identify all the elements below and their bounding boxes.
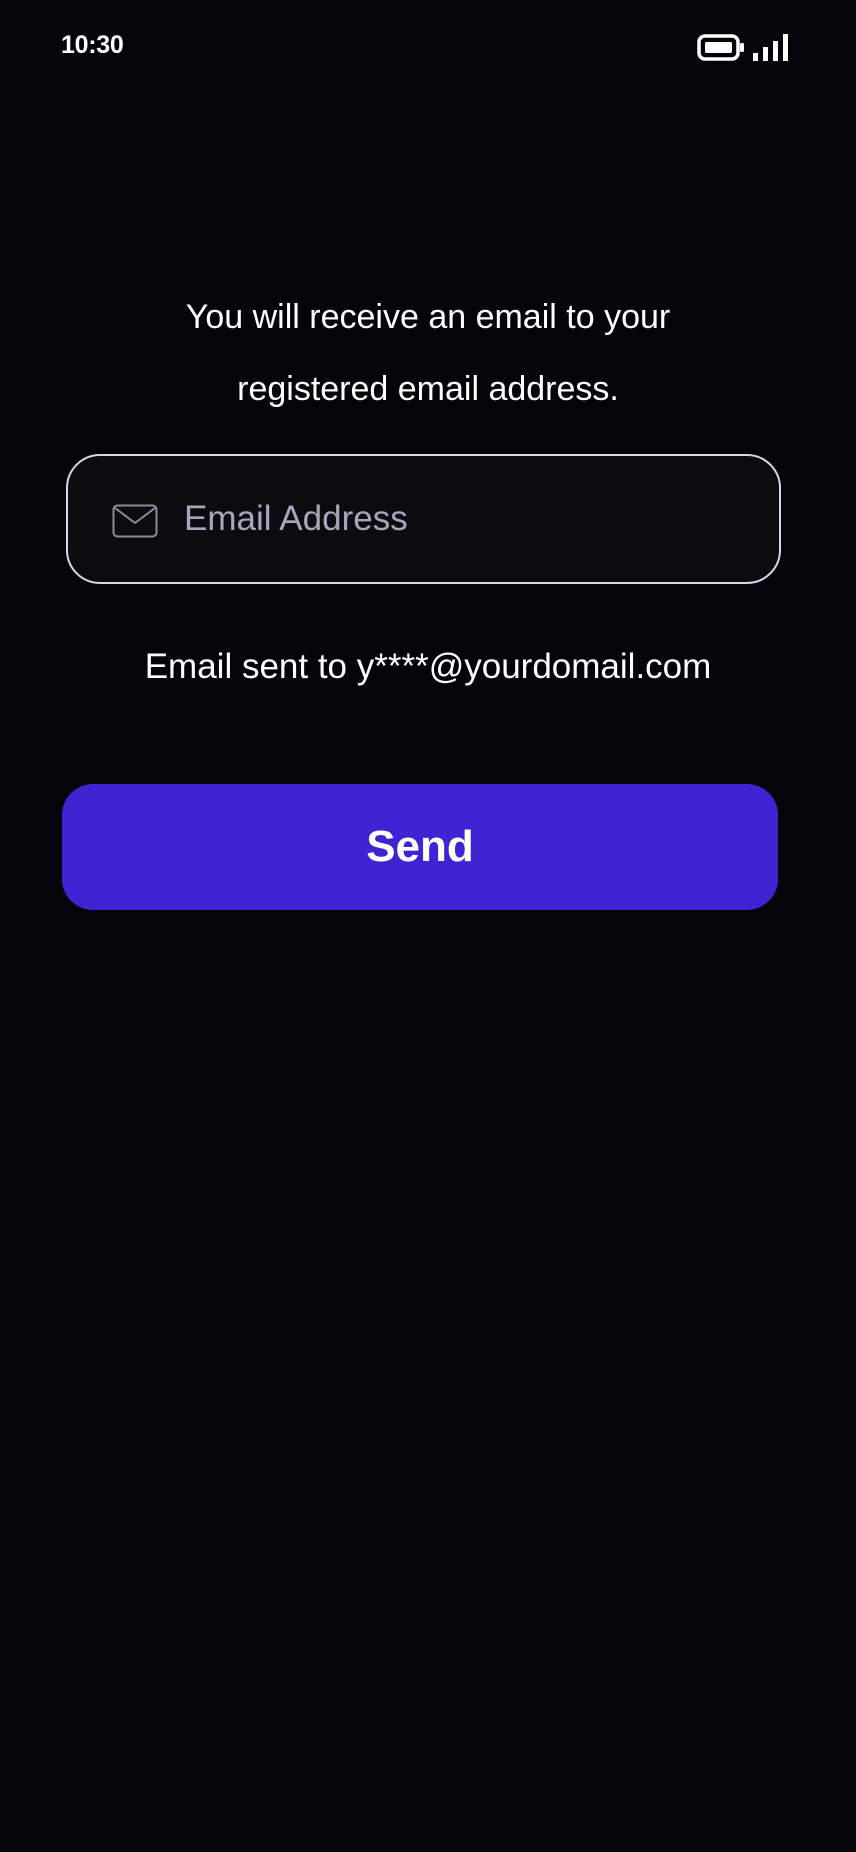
- status-bar: 10:30: [0, 0, 856, 96]
- battery-full-icon: [697, 34, 744, 61]
- email-input[interactable]: [184, 478, 754, 560]
- instruction-line-2: registered email address.: [237, 370, 619, 408]
- instruction-line-1: You will receive an email to your: [185, 298, 671, 336]
- email-sent-notice: Email sent to y****@yourdomail.com: [144, 647, 712, 686]
- cellular-signal-icon: [753, 34, 788, 61]
- mail-icon: [112, 504, 158, 538]
- send-button[interactable]: Send: [62, 784, 778, 910]
- status-time: 10:30: [61, 31, 124, 59]
- instruction-text: You will receive an email to your regist…: [80, 281, 776, 425]
- email-field[interactable]: [66, 454, 781, 584]
